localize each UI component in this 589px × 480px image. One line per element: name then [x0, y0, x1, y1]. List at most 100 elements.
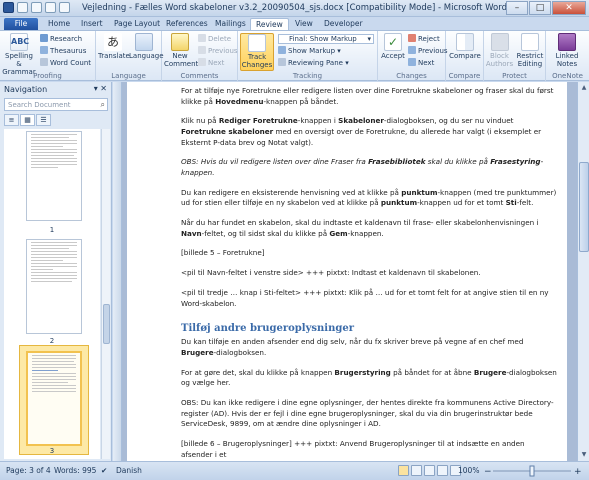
paragraph: OBS: Hvis du vil redigere listen over di… [181, 157, 544, 177]
translate-icon: あ [104, 33, 122, 51]
accept-button[interactable]: ✓ Accept [380, 33, 406, 60]
close-button[interactable]: ✕ [552, 1, 586, 15]
thumbnail-scrollbar[interactable] [101, 129, 110, 459]
scrollbar-thumb[interactable] [579, 162, 589, 252]
next-comment-button[interactable]: Next [198, 58, 224, 68]
group-label-onenote: OneNote [552, 72, 583, 80]
page-thumbnail[interactable] [26, 131, 82, 221]
linked-notes-button[interactable]: Linked Notes [550, 33, 584, 68]
group-label-compare: Compare [448, 72, 481, 80]
spelling-grammar-button[interactable]: ABC Spelling & Grammar [2, 33, 36, 76]
paragraph: [billede 6 – Brugeroplysninger] +++ pixt… [181, 438, 525, 459]
page-number: 3 [49, 447, 55, 455]
restrict-editing-label: Restrict Editing [516, 52, 544, 68]
language-label: Language [129, 52, 164, 60]
thesaurus-button[interactable]: Thesaurus [40, 46, 86, 56]
previous-change-label: Previous [418, 47, 448, 55]
next-change-button[interactable]: Next [408, 58, 434, 68]
maximize-button[interactable]: □ [529, 1, 551, 15]
block-authors-button[interactable]: Block Authors [485, 33, 514, 68]
next-change-label: Next [418, 59, 435, 67]
word-count-indicator[interactable]: Words: 995 [54, 466, 96, 475]
delete-comment-icon [198, 34, 206, 42]
page-thumbnail[interactable] [26, 239, 82, 334]
previous-comment-icon [198, 46, 206, 54]
print-layout-icon[interactable] [398, 465, 409, 476]
outline-icon[interactable] [437, 465, 448, 476]
reject-button[interactable]: Reject [408, 34, 440, 44]
navigation-pane: Navigation ▾ ✕ Search Document ⌕ ≡ ▦ ☰ 1… [0, 82, 112, 461]
reviewing-pane-icon [278, 58, 286, 66]
research-button[interactable]: Research [40, 34, 82, 44]
onenote-icon [558, 33, 576, 51]
ribbon-tabs: File Home Insert Page Layout References … [0, 17, 589, 31]
page-thumbnail-selected[interactable] [26, 351, 82, 446]
scroll-up-icon[interactable]: ▲ [579, 83, 589, 93]
headings-view-icon[interactable]: ≡ [4, 114, 19, 126]
new-comment-label: New Comment [164, 52, 199, 68]
compare-label: Compare [449, 52, 481, 60]
translate-button[interactable]: あ Translate [98, 33, 130, 60]
zoom-level[interactable]: 100% [458, 466, 479, 475]
search-document-input[interactable]: Search Document ⌕ [4, 98, 108, 111]
paragraph: <pil til tredje … knap i Sti-feltet> +++… [181, 288, 549, 308]
show-markup-button[interactable]: Show Markup ▾ [278, 46, 341, 56]
scrollbar-thumb[interactable] [103, 304, 110, 344]
title-bar: Vejledning - Fælles Word skabeloner v3.2… [0, 0, 589, 17]
language-indicator[interactable]: Danish [116, 466, 142, 475]
thesaurus-label: Thesaurus [50, 47, 87, 55]
paragraph: Når du har fundet en skabelon, skal du i… [181, 218, 539, 238]
abc-icon: ABC [10, 33, 29, 51]
paragraph: For at tilføje nye Foretrukne eller redi… [181, 86, 554, 106]
display-for-review-value: Final: Show Markup [289, 35, 357, 43]
new-comment-button[interactable]: New Comment [164, 33, 199, 68]
zoom-slider[interactable]: − + [483, 465, 583, 477]
compare-button[interactable]: Compare [448, 33, 482, 60]
show-markup-label: Show Markup [288, 47, 336, 55]
display-for-review-dropdown[interactable]: Final: Show Markup ▾ [278, 34, 374, 44]
previous-comment-button[interactable]: Previous [198, 46, 238, 56]
delete-comment-button[interactable]: Delete [198, 34, 231, 44]
web-layout-icon[interactable] [424, 465, 435, 476]
document-page[interactable]: For at tilføje nye Foretrukne eller redi… [127, 82, 567, 461]
full-screen-reading-icon[interactable] [411, 465, 422, 476]
minimize-button[interactable]: – [506, 1, 528, 15]
word-count-label: Word Count [50, 59, 92, 67]
previous-comment-label: Previous [208, 47, 238, 55]
track-changes-button[interactable]: Track Changes [240, 33, 274, 71]
group-comments: New Comment Delete Previous Next Comment… [162, 31, 238, 81]
group-label-protect: Protect [502, 72, 527, 80]
document-scrollbar[interactable]: ▲ ▼ [577, 82, 589, 461]
restrict-editing-button[interactable]: Restrict Editing [515, 33, 545, 68]
results-view-icon[interactable]: ☰ [36, 114, 51, 126]
page-thumbnails: 1 2 3 [4, 129, 100, 459]
language-button[interactable]: Language [129, 33, 164, 60]
navigation-view-tabs: ≡ ▦ ☰ [4, 114, 51, 126]
previous-change-button[interactable]: Previous [408, 46, 448, 56]
group-compare: Compare Compare [446, 31, 484, 81]
research-label: Research [50, 35, 83, 43]
group-label-comments: Comments [180, 72, 219, 80]
research-icon [40, 34, 48, 42]
close-pane-icon[interactable]: ▾ ✕ [94, 84, 107, 93]
word-count-button[interactable]: Word Count [40, 58, 91, 68]
search-icon[interactable]: ⌕ [101, 100, 105, 110]
group-label-tracking: Tracking [292, 72, 323, 80]
svg-text:+: + [574, 467, 582, 477]
page-indicator[interactable]: Page: 3 of 4 [6, 466, 51, 475]
block-authors-label: Block Authors [485, 52, 514, 68]
page-number: 1 [49, 226, 55, 234]
window-title: Vejledning - Fælles Word skabeloner v3.2… [82, 3, 507, 13]
reject-label: Reject [418, 35, 440, 43]
window-controls: – □ ✕ [506, 1, 586, 15]
word-count-icon [40, 58, 48, 66]
group-onenote: Linked Notes OneNote [546, 31, 589, 81]
group-language: あ Translate Language Language [96, 31, 164, 81]
proofing-status-icon[interactable]: ✔ [101, 466, 107, 475]
svg-text:−: − [484, 467, 492, 477]
scroll-down-icon[interactable]: ▼ [579, 450, 589, 460]
compare-icon [456, 33, 474, 51]
pages-view-icon[interactable]: ▦ [20, 114, 35, 126]
reviewing-pane-button[interactable]: Reviewing Pane ▾ [278, 58, 349, 68]
group-label-language: Language [111, 72, 146, 80]
